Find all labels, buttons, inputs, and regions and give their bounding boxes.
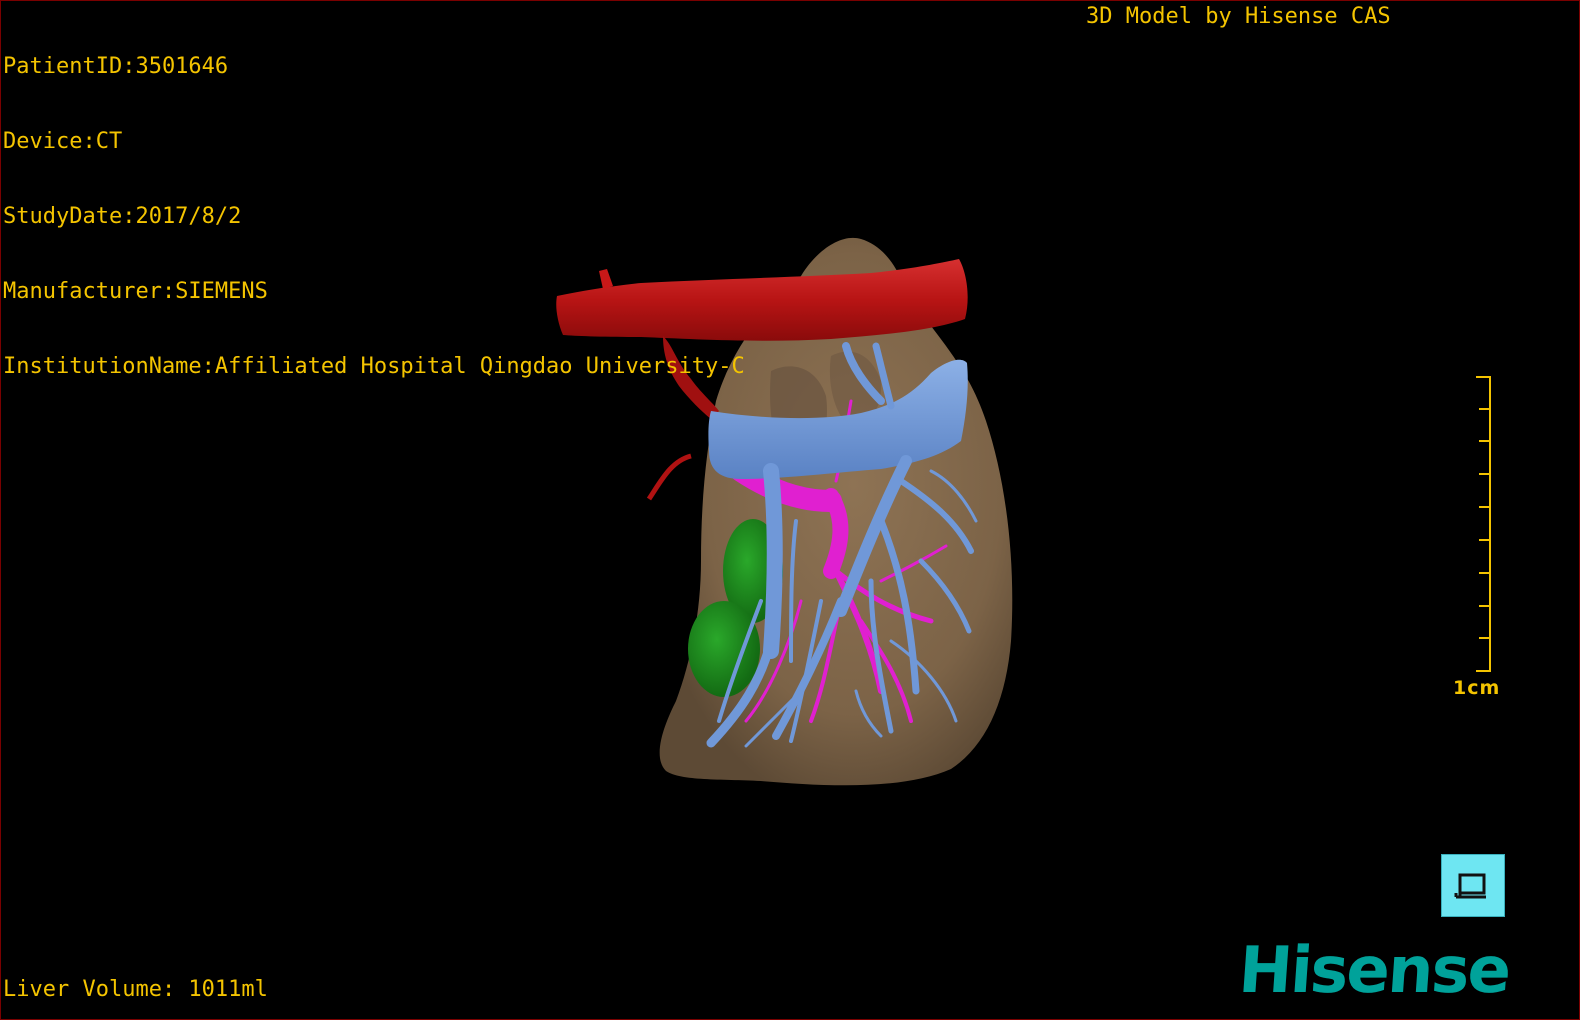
liver-volume-text: Liver Volume: 1011ml (3, 977, 268, 1002)
institution-text: InstitutionName:Affiliated Hospital Qing… (3, 354, 745, 379)
orientation-cube-icon (1454, 873, 1486, 899)
device-text: Device:CT (3, 129, 123, 154)
manufacturer-text: Manufacturer:SIEMENS (3, 279, 268, 304)
dicom-info-overlay: PatientID:3501646 Device:CT StudyDate:20… (3, 4, 745, 429)
study-date-text: StudyDate:2017/8/2 (3, 204, 242, 229)
scale-bar (1476, 376, 1491, 672)
orientation-cube-button[interactable] (1441, 854, 1505, 917)
hisense-logo: Hisense (1236, 934, 1512, 1008)
scale-label: 1cm (1453, 677, 1501, 699)
model-credit-text: 3D Model by Hisense CAS (1086, 4, 1391, 29)
patient-id-text: PatientID:3501646 (3, 54, 229, 79)
3d-viewport[interactable]: PatientID:3501646 Device:CT StudyDate:20… (0, 0, 1580, 1020)
